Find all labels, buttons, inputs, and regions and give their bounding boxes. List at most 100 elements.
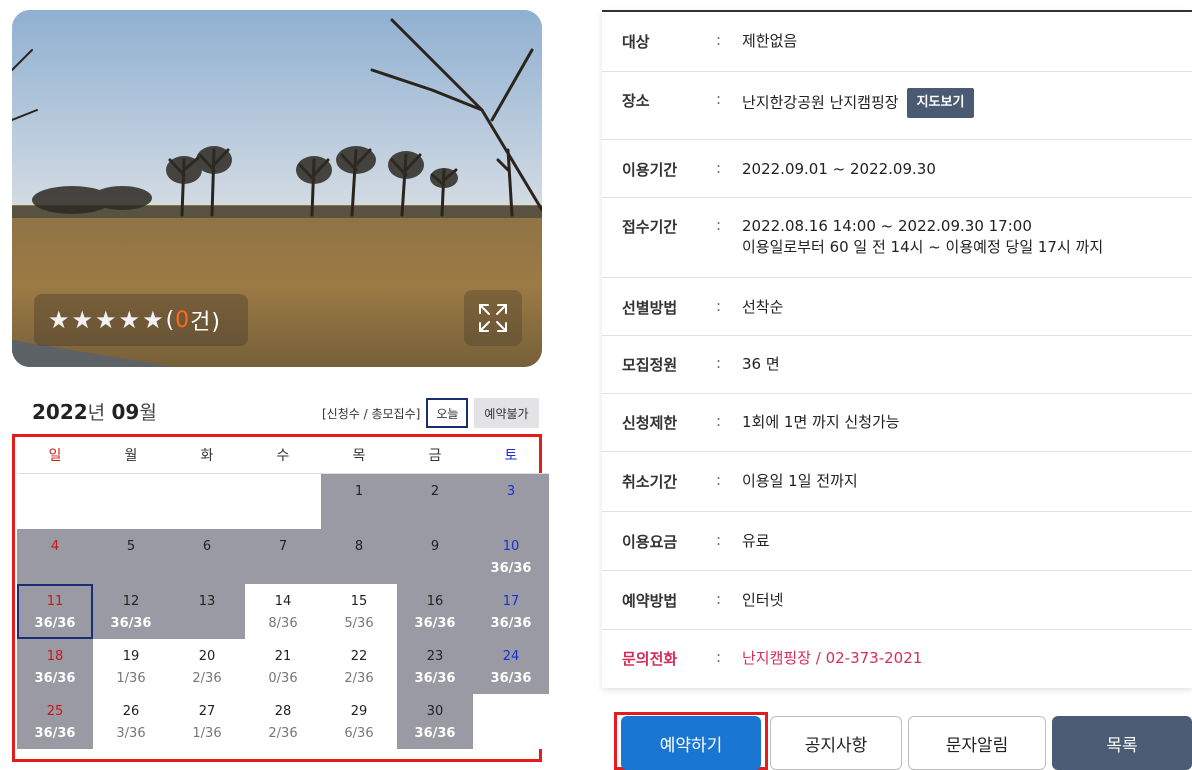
target-value: 제한없음 bbox=[742, 32, 798, 50]
calendar-month-title: 2022년 09월 bbox=[32, 398, 157, 425]
calendar-day-count: 36/36 bbox=[414, 616, 456, 631]
calendar-day-number: 10 bbox=[502, 539, 520, 554]
reserve-button[interactable]: 예약하기 bbox=[621, 716, 761, 770]
calendar-day-number: 12 bbox=[122, 594, 140, 609]
calendar-day-cell[interactable]: 23 36/36 bbox=[397, 639, 473, 694]
calendar-day-cell[interactable]: 18 36/36 bbox=[17, 639, 93, 694]
calendar-day-number: 3 bbox=[506, 484, 516, 499]
calendar-empty-cell bbox=[473, 694, 549, 749]
expand-button[interactable] bbox=[464, 290, 522, 346]
calendar-day-number: 20 bbox=[198, 649, 216, 664]
calendar-day-number: 29 bbox=[350, 704, 368, 719]
fee-label: 이용요금 bbox=[622, 533, 678, 551]
calendar-day-number: 16 bbox=[426, 594, 444, 609]
calendar-week: 18 36/36 19 1/36 20 2/36 21 0/36 22 2/36 23 36/36 24… bbox=[17, 639, 549, 694]
notice-button[interactable]: 공지사항 bbox=[770, 716, 902, 770]
rating-badge: ★★★★★ (0 건) bbox=[34, 294, 248, 346]
calendar-day-count: 36/36 bbox=[34, 616, 76, 631]
info-row-cancel: 취소기간 : 이용일 1일 전까지 bbox=[602, 452, 1192, 512]
calendar-day-cell[interactable]: 8 bbox=[321, 529, 397, 584]
place-value-cell: 난지한강공원 난지캠핑장 지도보기 bbox=[742, 88, 1192, 139]
calendar-week: 1 2 3 bbox=[17, 474, 549, 529]
calendar-day-number: 18 bbox=[46, 649, 64, 664]
calendar-day-number: 17 bbox=[502, 594, 520, 609]
calendar-day-number: 11 bbox=[46, 594, 64, 609]
info-row-reception: 접수기간 : 2022.08.16 14:00 ~ 2022.09.30 17:… bbox=[602, 198, 1192, 278]
calendar-day-number: 1 bbox=[354, 484, 364, 499]
calendar-day-cell[interactable]: 20 2/36 bbox=[169, 639, 245, 694]
calendar-day-cell[interactable]: 26 3/36 bbox=[93, 694, 169, 749]
capacity-label: 모집정원 bbox=[622, 356, 678, 374]
calendar-day-cell[interactable]: 11 36/36 bbox=[17, 584, 93, 639]
colon: : bbox=[716, 354, 722, 372]
calendar-day-count: 0/36 bbox=[268, 671, 298, 686]
calendar-day-cell[interactable]: 22 2/36 bbox=[321, 639, 397, 694]
method-label: 예약방법 bbox=[622, 592, 678, 610]
calendar-day-count: 2/36 bbox=[344, 671, 374, 686]
calendar-day-cell[interactable]: 17 36/36 bbox=[473, 584, 549, 639]
weekday-header: 일 월 화 수 목 금 토 bbox=[17, 438, 549, 474]
calendar-day-count: 8/36 bbox=[268, 616, 298, 631]
colon: : bbox=[716, 412, 722, 430]
colon: : bbox=[716, 471, 722, 489]
sms-alert-button[interactable]: 문자알림 bbox=[908, 716, 1046, 770]
calendar-day-cell[interactable]: 16 36/36 bbox=[397, 584, 473, 639]
info-row-selection: 선별방법 : 선착순 bbox=[602, 278, 1192, 336]
calendar-day-cell[interactable]: 30 36/36 bbox=[397, 694, 473, 749]
list-button[interactable]: 목록 bbox=[1052, 716, 1192, 770]
calendar-day-cell[interactable]: 1 bbox=[321, 474, 397, 529]
calendar-day-cell[interactable]: 28 2/36 bbox=[245, 694, 321, 749]
calendar-day-count: 2/36 bbox=[192, 671, 222, 686]
info-row-limit: 신청제한 : 1회에 1면 까지 신청가능 bbox=[602, 394, 1192, 452]
calendar-day-number: 9 bbox=[430, 539, 440, 554]
calendar-day-cell[interactable]: 25 36/36 bbox=[17, 694, 93, 749]
info-row-capacity: 모집정원 : 36 면 bbox=[602, 336, 1192, 394]
calendar-week: 11 36/36 12 36/36 13 14 8/36 15 5/36 16 36/36 17 36/… bbox=[17, 584, 549, 639]
legend-closed: 예약불가 bbox=[474, 398, 539, 428]
info-row-method: 예약방법 : 인터넷 bbox=[602, 571, 1192, 630]
calendar-day-cell[interactable]: 9 bbox=[397, 529, 473, 584]
calendar-day-cell[interactable]: 4 bbox=[17, 529, 93, 584]
calendar-day-count: 1/36 bbox=[116, 671, 146, 686]
weekday-wed: 수 bbox=[276, 448, 290, 464]
calendar-day-number: 2 bbox=[430, 484, 440, 499]
reception-label: 접수기간 bbox=[622, 218, 678, 236]
calendar-month-unit: 월 bbox=[139, 402, 157, 424]
capacity-value: 36 면 bbox=[742, 355, 780, 373]
calendar-day-cell[interactable]: 14 8/36 bbox=[245, 584, 321, 639]
calendar-day-number: 24 bbox=[502, 649, 520, 664]
calendar-day-cell[interactable]: 2 bbox=[397, 474, 473, 529]
calendar-day-number: 27 bbox=[198, 704, 216, 719]
calendar-day-cell[interactable]: 10 36/36 bbox=[473, 529, 549, 584]
calendar-day-count: 36/36 bbox=[490, 616, 532, 631]
calendar-day-cell[interactable]: 3 bbox=[473, 474, 549, 529]
colon: : bbox=[716, 531, 722, 549]
period-label: 이용기간 bbox=[622, 161, 678, 179]
map-view-button[interactable]: 지도보기 bbox=[906, 88, 975, 118]
calendar-day-cell[interactable]: 5 bbox=[93, 529, 169, 584]
cancel-value: 이용일 1일 전까지 bbox=[742, 472, 858, 490]
campsite-photo: ★★★★★ (0 건) bbox=[12, 10, 542, 367]
calendar-day-cell[interactable]: 24 36/36 bbox=[473, 639, 549, 694]
calendar-day-cell[interactable]: 15 5/36 bbox=[321, 584, 397, 639]
calendar-day-cell[interactable]: 19 1/36 bbox=[93, 639, 169, 694]
weekday-sun: 일 bbox=[48, 448, 62, 464]
colon: : bbox=[716, 90, 722, 108]
calendar: 일 월 화 수 목 금 토 1 2 3 4 5 6 7 8 9 10 36/36 11 36/36 12 3… bbox=[12, 434, 549, 762]
calendar-week: 25 36/36 26 3/36 27 1/36 28 2/36 29 6/36 30 36/36 bbox=[17, 694, 549, 749]
calendar-day-cell[interactable]: 13 bbox=[169, 584, 245, 639]
calendar-day-cell[interactable]: 29 6/36 bbox=[321, 694, 397, 749]
calendar-empty-cell bbox=[17, 474, 93, 529]
calendar-day-cell[interactable]: 12 36/36 bbox=[93, 584, 169, 639]
phone-value[interactable]: 난지캠핑장 / 02-373-2021 bbox=[742, 648, 1192, 688]
reception-value: 2022.08.16 14:00 ~ 2022.09.30 17:00 bbox=[742, 217, 1032, 235]
calendar-day-cell[interactable]: 21 0/36 bbox=[245, 639, 321, 694]
cancel-label: 취소기간 bbox=[622, 473, 678, 491]
calendar-day-number: 13 bbox=[198, 594, 216, 609]
info-row-place: 장소 : 난지한강공원 난지캠핑장 지도보기 bbox=[602, 72, 1192, 140]
calendar-day-cell[interactable]: 6 bbox=[169, 529, 245, 584]
calendar-weeks: 1 2 3 4 5 6 7 8 9 10 36/36 11 36/36 12 36/36 13 14 8/36 15… bbox=[17, 474, 549, 749]
calendar-day-cell[interactable]: 7 bbox=[245, 529, 321, 584]
calendar-day-cell[interactable]: 27 1/36 bbox=[169, 694, 245, 749]
calendar-day-count: 5/36 bbox=[344, 616, 374, 631]
